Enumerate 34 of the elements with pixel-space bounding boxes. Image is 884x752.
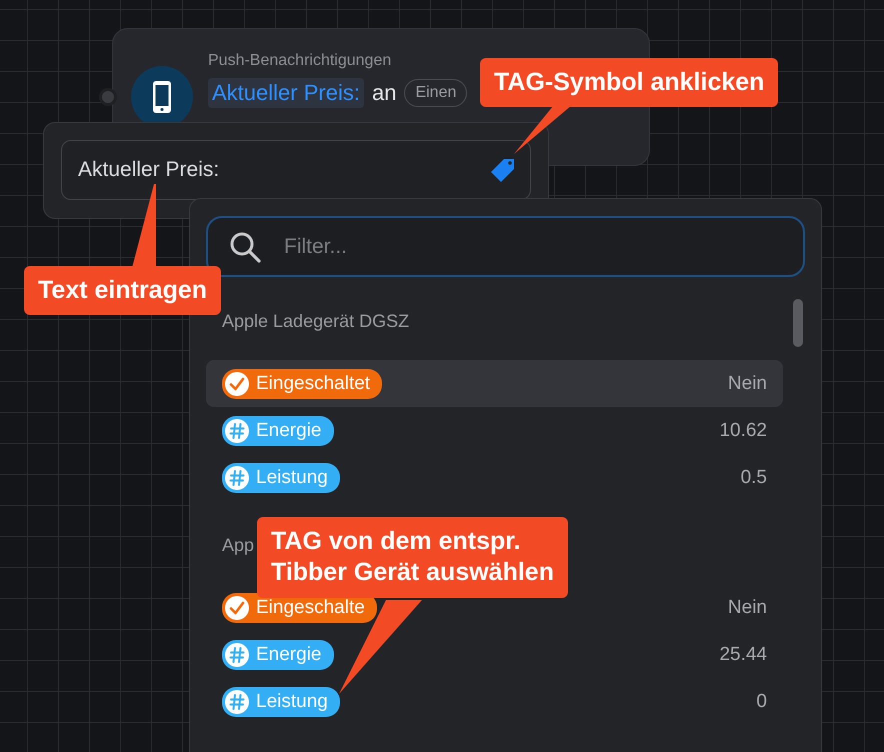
- tag-pill: Energie: [222, 640, 334, 670]
- tag-value: 25.44: [719, 644, 767, 666]
- tag-icon[interactable]: [490, 157, 516, 183]
- node-title: Push-Benachrichtigungen: [208, 52, 392, 70]
- tag-chip[interactable]: Aktueller Preis:: [208, 78, 364, 108]
- connector-port[interactable]: [99, 88, 117, 106]
- search-icon: [228, 230, 262, 264]
- tag-pill: Leistung: [222, 462, 340, 492]
- hash-icon: [224, 464, 250, 490]
- tag-value: 10.62: [719, 420, 767, 442]
- check-icon: [224, 594, 250, 620]
- tag-value: Nein: [728, 372, 767, 394]
- tag-option[interactable]: Eingeschaltet Nein: [206, 360, 783, 407]
- node-text: an: [372, 80, 396, 106]
- tag-value: Nein: [728, 596, 767, 618]
- group-heading: App: [221, 534, 256, 557]
- phone-icon: [153, 81, 171, 113]
- hash-icon: [224, 418, 250, 444]
- tag-value: 0.5: [740, 466, 767, 488]
- text-field[interactable]: Aktueller Preis:: [61, 140, 531, 200]
- check-icon: [224, 370, 250, 396]
- tag-pill: Eingeschaltet: [222, 368, 382, 398]
- hash-icon: [224, 642, 250, 668]
- hash-icon: [224, 688, 250, 714]
- callout-tooltip: TAG von dem entspr. Tibber Gerät auswählen: [257, 517, 568, 598]
- tag-pill: Energie: [222, 416, 334, 446]
- tag-pill: Leistung: [222, 686, 340, 716]
- group-heading: Apple Ladegerät DGSZ: [221, 310, 410, 333]
- filter-input[interactable]: Filter...: [284, 218, 783, 275]
- scrollbar[interactable]: [793, 299, 803, 347]
- filter-field[interactable]: Filter...: [206, 216, 805, 277]
- callout-tooltip: Text eintragen: [24, 266, 222, 316]
- recipient-chip[interactable]: Einen: [404, 79, 468, 107]
- tag-value: 0: [756, 690, 767, 712]
